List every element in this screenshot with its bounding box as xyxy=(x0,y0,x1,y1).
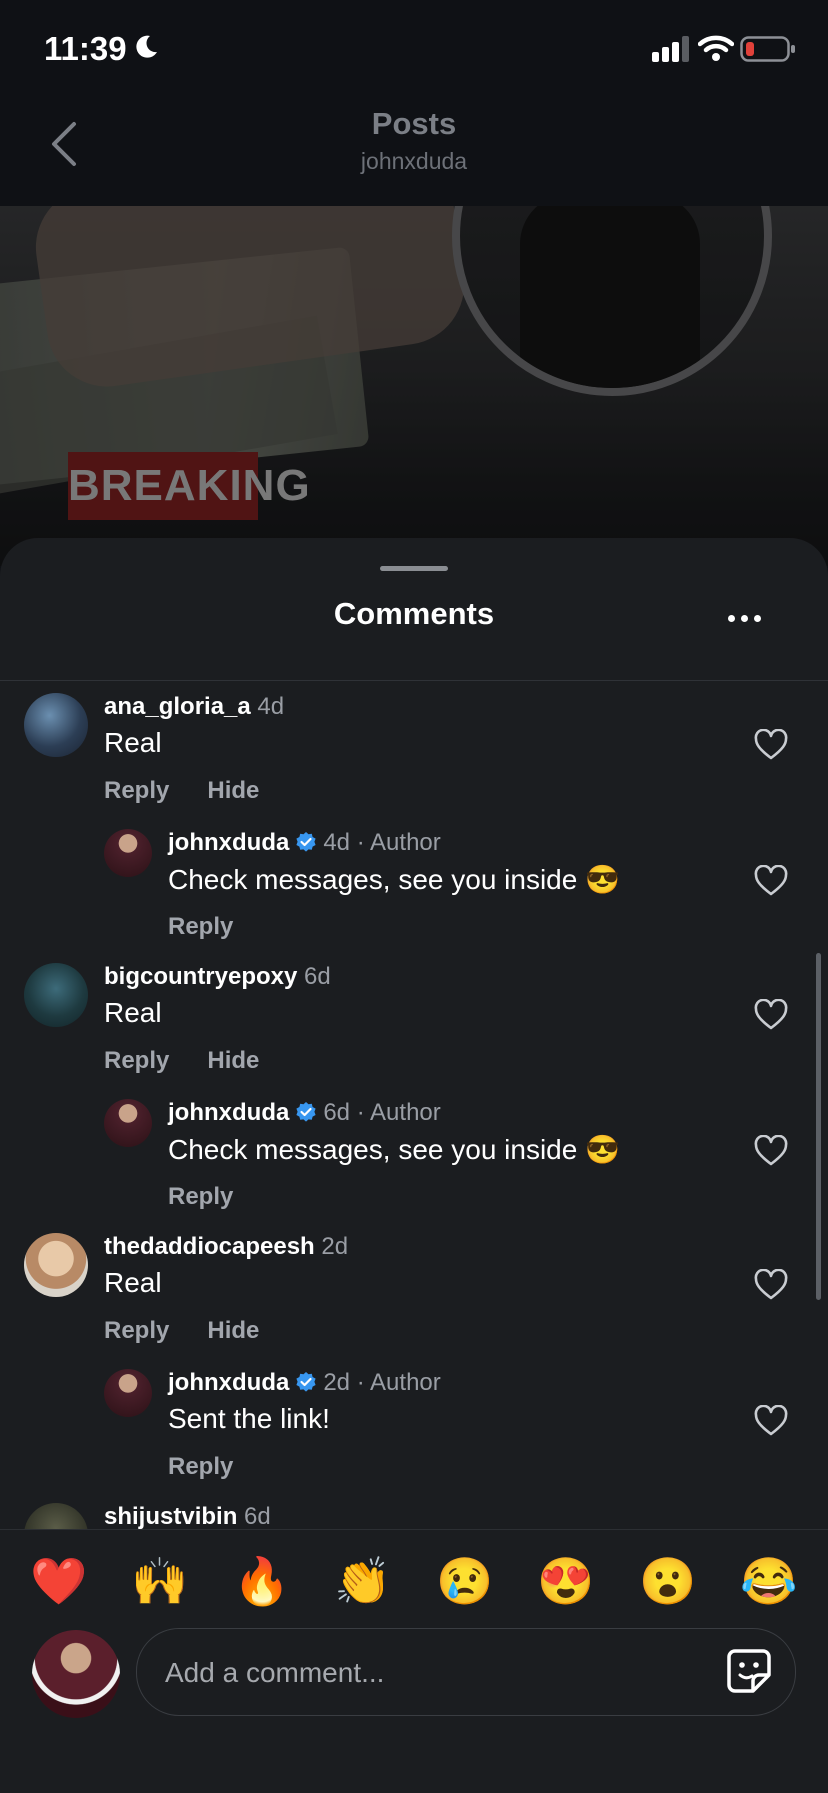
author-label: · Author xyxy=(356,1099,441,1126)
like-heart-icon[interactable] xyxy=(754,865,788,897)
current-user-avatar xyxy=(32,1630,120,1718)
comment-text: Real xyxy=(104,1267,162,1298)
comment-actions: Reply Hide xyxy=(104,777,297,805)
comment-meta: johnxduda 6d · Author xyxy=(168,1099,441,1127)
comment-text: Check messages, see you inside 😎 xyxy=(168,1134,620,1165)
more-options-icon[interactable] xyxy=(722,608,766,628)
verified-badge-icon xyxy=(296,832,316,852)
comment-username[interactable]: bigcountryepoxy xyxy=(104,963,297,990)
post-image: BREAKING xyxy=(0,206,828,566)
avatar[interactable] xyxy=(24,963,88,1027)
comment-reply-item: johnxduda 4d · Author Check messages, see… xyxy=(0,829,828,949)
like-heart-icon[interactable] xyxy=(754,999,788,1031)
comment-username[interactable]: shijustvibin xyxy=(104,1503,237,1530)
comment-input-pill xyxy=(136,1628,796,1717)
like-heart-icon[interactable] xyxy=(754,729,788,761)
comment-username[interactable]: thedaddiocapeesh xyxy=(104,1233,315,1260)
comment-username[interactable]: johnxduda xyxy=(168,1369,289,1396)
comment-time: 2d xyxy=(321,1233,349,1260)
comment-username[interactable]: johnxduda xyxy=(168,829,289,856)
cellular-signal-icon xyxy=(652,36,689,62)
avatar[interactable] xyxy=(104,829,152,877)
comment-composer: ❤️ 🙌 🔥 👏 😢 😍 😮 😂 xyxy=(0,1529,828,1793)
hide-button[interactable]: Hide xyxy=(207,1047,259,1074)
comment-meta: johnxduda 2d · Author xyxy=(168,1369,441,1397)
comment-actions: Reply xyxy=(168,1453,271,1481)
comment-meta: ana_gloria_a 4d xyxy=(104,693,284,721)
comment-actions: Reply Hide xyxy=(104,1317,297,1345)
verified-badge-icon xyxy=(296,1102,316,1122)
comment-time: 6d xyxy=(304,963,331,990)
avatar[interactable] xyxy=(24,1503,88,1532)
comment-meta: johnxduda 4d · Author xyxy=(168,829,441,857)
battery-low-icon xyxy=(740,36,795,62)
reaction-fire[interactable]: 🔥 xyxy=(229,1548,295,1614)
quick-reaction-bar: ❤️ 🙌 🔥 👏 😢 😍 😮 😂 xyxy=(0,1548,828,1618)
avatar[interactable] xyxy=(24,1233,88,1297)
reaction-surprised[interactable]: 😮 xyxy=(635,1548,701,1614)
comment-item: ana_gloria_a 4d Real Reply Hide xyxy=(0,693,828,813)
comment-text: Real xyxy=(104,727,162,758)
comment-text: Real xyxy=(104,997,162,1028)
comment-item: bigcountryepoxy 6d Real Reply Hide xyxy=(0,963,828,1083)
sheet-title: Comments xyxy=(333,596,495,631)
comment-actions: Reply Hide xyxy=(104,1047,297,1075)
comment-list[interactable]: ana_gloria_a 4d Real Reply Hide johnxduda… xyxy=(0,681,828,1532)
comment-meta: thedaddiocapeesh 2d xyxy=(104,1233,348,1261)
reaction-heart[interactable]: ❤️ xyxy=(26,1548,92,1614)
reply-button[interactable]: Reply xyxy=(104,1047,169,1074)
comment-time: 4d xyxy=(323,829,351,856)
page-subtitle: johnxduda xyxy=(360,148,468,174)
avatar[interactable] xyxy=(104,1099,152,1147)
comment-time: 2d xyxy=(323,1369,351,1396)
reply-button[interactable]: Reply xyxy=(168,913,233,940)
verified-badge-icon xyxy=(296,1372,316,1392)
comment-username[interactable]: johnxduda xyxy=(168,1099,289,1126)
avatar[interactable] xyxy=(24,693,88,757)
reply-button[interactable]: Reply xyxy=(104,1317,169,1344)
comment-actions: Reply xyxy=(168,1183,271,1211)
sticker-icon[interactable] xyxy=(725,1647,773,1695)
sheet-drag-handle[interactable] xyxy=(380,566,448,571)
status-time: 11:39 xyxy=(44,30,127,67)
like-heart-icon[interactable] xyxy=(754,1135,788,1167)
status-bar: 11:39 xyxy=(0,0,828,96)
comment-reply-item: johnxduda 6d · Author Check messages, see… xyxy=(0,1099,828,1219)
comment-meta: bigcountryepoxy 6d xyxy=(104,963,331,991)
hide-button[interactable]: Hide xyxy=(207,1317,259,1344)
reply-button[interactable]: Reply xyxy=(168,1183,233,1210)
do-not-disturb-moon-icon xyxy=(136,35,157,58)
comment-time: 6d xyxy=(323,1099,351,1126)
wifi-icon xyxy=(698,35,734,61)
comment-input[interactable] xyxy=(163,1629,707,1717)
comment-time: 4d xyxy=(257,693,285,720)
comment-text: Sent the link! xyxy=(168,1403,330,1434)
page-title: Posts xyxy=(371,106,457,141)
comment-text: Check messages, see you inside 😎 xyxy=(168,864,620,895)
comment-time: 6d xyxy=(244,1503,271,1530)
author-label: · Author xyxy=(356,829,441,856)
comment-username[interactable]: ana_gloria_a xyxy=(104,693,251,720)
reply-button[interactable]: Reply xyxy=(104,777,169,804)
comment-item: thedaddiocapeesh 2d Real Reply Hide xyxy=(0,1233,828,1353)
scrollbar-thumb[interactable] xyxy=(816,953,821,1300)
nav-header: Posts johnxduda xyxy=(0,96,828,206)
hide-button[interactable]: Hide xyxy=(207,777,259,804)
reaction-clapping[interactable]: 👏 xyxy=(330,1548,396,1614)
comment-reply-item: johnxduda 2d · Author Sent the link! Repl… xyxy=(0,1369,828,1489)
comment-item: shijustvibin 6d xyxy=(0,1503,828,1532)
reaction-raised-hands[interactable]: 🙌 xyxy=(127,1548,193,1614)
comment-actions: Reply xyxy=(168,913,271,941)
reaction-heart-eyes[interactable]: 😍 xyxy=(533,1548,599,1614)
avatar[interactable] xyxy=(104,1369,152,1417)
reaction-laughing[interactable]: 😂 xyxy=(736,1548,802,1614)
reply-button[interactable]: Reply xyxy=(168,1453,233,1480)
like-heart-icon[interactable] xyxy=(754,1269,788,1301)
comment-meta: shijustvibin 6d xyxy=(104,1503,271,1531)
like-heart-icon[interactable] xyxy=(754,1405,788,1437)
hero-dim-overlay xyxy=(0,206,828,566)
author-label: · Author xyxy=(356,1369,441,1396)
reaction-crying[interactable]: 😢 xyxy=(432,1548,498,1614)
